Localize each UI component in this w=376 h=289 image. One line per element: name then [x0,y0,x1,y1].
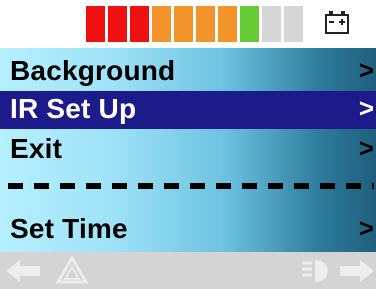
chevron-right-icon: > [358,93,374,123]
status-bar [0,0,376,48]
arrow-right-icon[interactable] [340,260,374,282]
battery-segment [86,6,105,42]
battery-segment [174,6,193,42]
chevron-right-icon: > [358,133,374,163]
menu-item-label: Set Time [10,213,128,244]
menu-item-label: IR Set Up [10,93,137,124]
menu-item-background[interactable]: Background > [0,53,376,91]
menu-item-ir-set-up[interactable]: IR Set Up > [0,91,376,129]
softkey-bar [0,252,376,289]
battery-segment [262,6,281,42]
arrow-left-icon[interactable] [6,260,40,282]
chevron-right-icon: > [358,213,374,243]
battery-segment [240,6,259,42]
menu-separator [8,183,374,189]
menu-item-set-time[interactable]: Set Time > [0,211,376,249]
menu-item-label: Background [10,55,176,86]
device-screen: Background > IR Set Up > Exit > Set Time… [0,0,376,289]
chevron-right-icon: > [358,55,374,85]
battery-segment [108,6,127,42]
settings-menu: Background > IR Set Up > Exit > Set Time… [0,48,376,252]
headlight-icon[interactable] [300,258,336,284]
menu-item-label: Exit [10,133,63,164]
battery-segment [152,6,171,42]
battery-segment [218,6,237,42]
battery-segment [196,6,215,42]
battery-segment [130,6,149,42]
battery-segment [284,6,303,42]
battery-icon [325,11,349,34]
battery-level-gauge [86,6,303,42]
menu-item-exit[interactable]: Exit > [0,131,376,169]
hazard-triangle-icon[interactable] [56,256,88,284]
